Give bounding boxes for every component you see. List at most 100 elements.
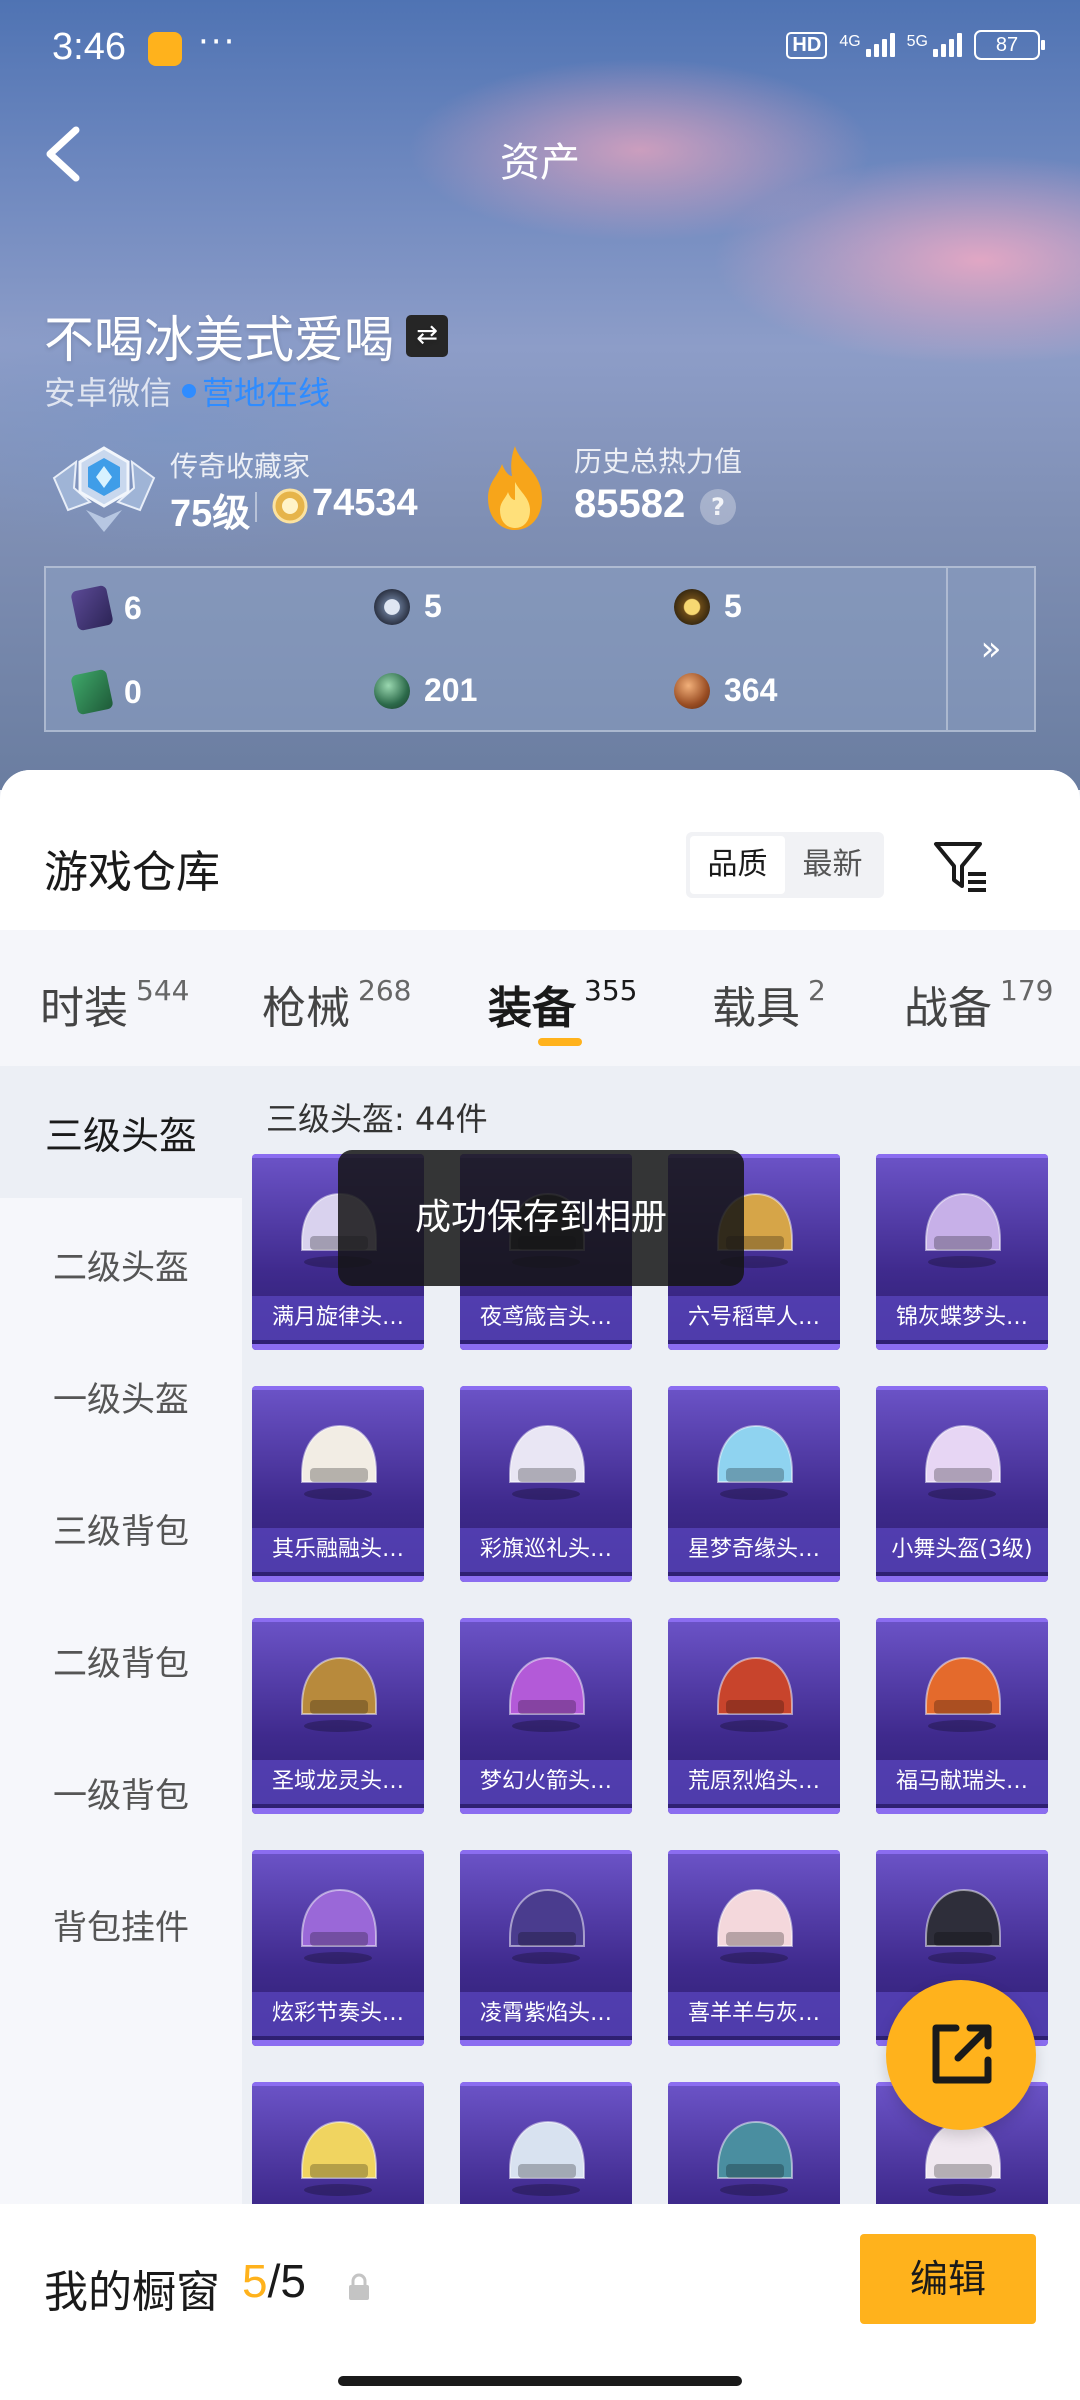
item-name: 小舞头盔(3级) [876,1528,1048,1572]
collector-rank-badge-icon[interactable] [46,440,162,540]
helmet-icon [301,1888,377,1964]
lock-icon [349,2273,369,2300]
profile-subline: 安卓微信 营地在线 [44,368,330,414]
status-icons: HD 4G 5G 87 [786,30,1045,60]
subcategory-item[interactable]: 三级头盔 [0,1066,242,1198]
online-status: 营地在线 [202,374,331,412]
tab-label: 载具 [712,983,800,1034]
currency-value: 5 [424,588,442,624]
home-indicator[interactable] [338,2376,742,2386]
signal-5g-icon: 5G [907,33,962,57]
tab-count: 544 [136,974,190,1007]
currency-value: 6 [124,589,142,626]
signal-4g-icon: 4G [839,33,895,57]
helmet-item-card[interactable]: 锦灰蝶梦头… [876,1154,1048,1350]
more-notifications-icon: ··· [198,22,237,62]
subcategory-list: 三级头盔 二级头盔 一级头盔 三级背包 二级背包 一级背包 背包挂件 [0,1066,242,2400]
helmet-item-card[interactable]: 其乐融融头… [252,1386,424,1582]
switch-account-icon[interactable]: ⇄ [406,315,448,357]
collector-points: 74534 [312,482,418,524]
green-orb-icon [374,672,410,709]
tab-vehicles[interactable]: 载具 2 [712,930,826,1066]
item-name: 六号稻草人… [668,1296,840,1340]
tab-label: 战备 [904,983,992,1034]
sort-by-newest[interactable]: 最新 [785,836,880,894]
helmet-item-card[interactable]: 喜羊羊与灰… [668,1850,840,2046]
tab-battle-gear[interactable]: 战备 179 [904,930,1053,1066]
helmet-icon [717,2120,793,2196]
helmet-item-card[interactable]: 炫彩节奏头… [252,1850,424,2046]
currency-item: 5 [374,588,442,625]
tab-count: 2 [808,974,826,1007]
collector-level: 75级 [170,493,251,535]
item-name: 圣域龙灵头… [252,1760,424,1804]
hd-voice-icon: HD [786,31,828,59]
item-name: 彩旗巡礼头… [460,1528,632,1572]
battery-icon: 87 [974,30,1045,60]
item-name: 其乐融融头… [252,1528,424,1572]
helmet-item-card[interactable]: 圣域龙灵头… [252,1618,424,1814]
currency-item: 201 [374,672,477,709]
more-assets-button[interactable]: » [946,568,1034,730]
filter-icon[interactable] [930,834,990,894]
divider [255,492,257,522]
heat-value: 85582 [574,482,686,526]
tab-label: 时装 [40,983,128,1034]
profile-name-row: 不喝冰美式爱喝 ⇄ [44,300,448,372]
network-4g-label: 4G [839,33,861,50]
silver-medal-icon [374,588,410,625]
helmet-icon [509,1888,585,1964]
currency-value: 201 [424,672,478,708]
subcategory-item[interactable]: 一级背包 [0,1726,242,1858]
share-button[interactable] [886,1980,1036,2130]
item-name: 星梦奇缘头… [668,1528,840,1572]
status-bar: 3:46 ··· HD 4G 5G 87 [0,0,1080,96]
profile-hero: 3:46 ··· HD 4G 5G 87 资产 不喝冰美式爱喝 ⇄ 安卓微信 营… [0,0,1080,790]
help-icon[interactable]: ? [700,489,736,525]
external-share-icon [932,2024,992,2084]
subcategory-item[interactable]: 二级背包 [0,1594,242,1726]
helmet-item-card[interactable]: 凌霄紫焰头… [460,1850,632,2046]
subcategory-item[interactable]: 二级头盔 [0,1198,242,1330]
showcase-current: 5 [242,2255,268,2307]
warehouse-title: 游戏仓库 [44,847,220,898]
helmet-item-card[interactable]: 星梦奇缘头… [668,1386,840,1582]
item-name: 福马献瑞头… [876,1760,1048,1804]
helmet-icon [925,1888,1001,1964]
subcategory-item[interactable]: 三级背包 [0,1462,242,1594]
subcategory-item[interactable]: 背包挂件 [0,1858,242,1990]
helmet-icon [717,1424,793,1500]
helmet-item-card[interactable]: 彩旗巡礼头… [460,1386,632,1582]
category-tabs: 时装 544 枪械 268 装备 355 载具 2 战备 179 [0,930,1080,1066]
sort-toggle: 品质 最新 [686,832,884,898]
subcategory-item[interactable]: 一级头盔 [0,1330,242,1462]
currency-value: 5 [724,588,742,624]
tab-label: 枪械 [262,983,350,1034]
edit-button[interactable]: 编辑 [860,2234,1036,2324]
tab-guns[interactable]: 枪械 268 [262,930,411,1066]
page-title: 资产 [500,140,580,186]
helmet-item-card[interactable]: 小舞头盔(3级) [876,1386,1048,1582]
card-icon [70,584,114,632]
showcase-label: 我的橱窗 [44,2267,220,2318]
gold-medal-icon [674,588,710,625]
tab-count: 179 [1000,974,1054,1007]
helmet-icon [925,1656,1001,1732]
sort-by-quality[interactable]: 品质 [690,836,785,894]
helmet-icon [925,1424,1001,1500]
helmet-icon [509,1424,585,1500]
online-dot-icon [182,384,197,398]
currency-item: 5 [674,588,742,625]
app-notification-icon [148,32,182,66]
helmet-item-card[interactable]: 福马献瑞头… [876,1618,1048,1814]
tab-count: 268 [358,974,412,1007]
toast-message: 成功保存到相册 [338,1150,744,1286]
helmet-icon [509,1656,585,1732]
heat-title: 历史总热力值 [574,445,743,478]
helmet-item-card[interactable]: 荒原烈焰头… [668,1618,840,1814]
helmet-item-card[interactable]: 梦幻火箭头… [460,1618,632,1814]
heat-fire-icon [488,446,542,530]
showcase-count: 5/5 [242,2254,306,2308]
tab-fashion[interactable]: 时装 544 [40,930,189,1066]
currency-item: 364 [674,672,777,709]
